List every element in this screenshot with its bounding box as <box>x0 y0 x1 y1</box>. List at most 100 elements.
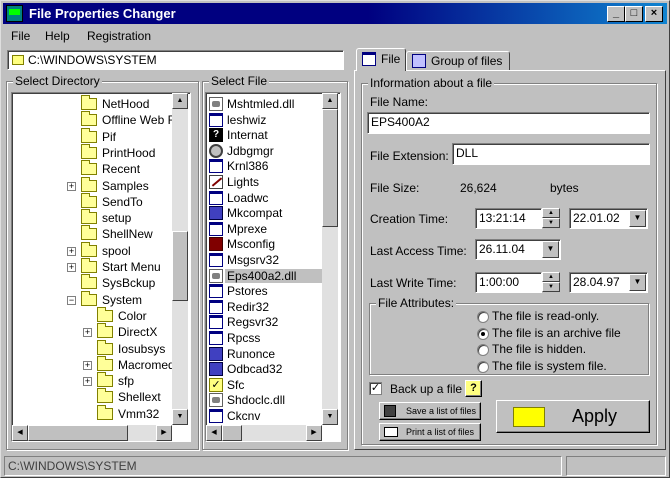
menu-help[interactable]: Help <box>45 29 70 43</box>
menu-registration[interactable]: Registration <box>87 29 151 43</box>
file-list-item[interactable]: Mprexe <box>206 221 322 237</box>
chevron-down-icon[interactable]: ▼ <box>542 241 559 258</box>
file-list-item[interactable]: Redir32 <box>206 299 322 315</box>
tree-item[interactable]: − System <box>12 290 172 308</box>
scroll-left-icon[interactable]: ◀ <box>206 425 222 441</box>
file-list-item[interactable]: Odbcad32 <box>206 361 322 377</box>
tree-item[interactable]: + DirectX <box>12 323 172 340</box>
attribute-radio[interactable] <box>477 360 489 373</box>
save-list-button[interactable]: Save a list of files <box>379 402 481 420</box>
file-list-item[interactable]: Eps400a2.dll <box>206 268 322 284</box>
file-list-item[interactable]: Loadwc <box>206 190 322 206</box>
scroll-up-icon[interactable]: ▲ <box>172 93 188 109</box>
chevron-down-icon[interactable]: ▼ <box>629 274 646 291</box>
file-list-item[interactable]: Mkcompat <box>206 205 322 221</box>
print-list-button[interactable]: Print a list of files <box>379 423 481 441</box>
tab-file[interactable]: File <box>356 48 406 71</box>
attribute-radio[interactable] <box>477 344 489 356</box>
file-list-item[interactable]: Msconfig <box>206 236 322 252</box>
tree-item[interactable]: SendTo <box>12 192 172 210</box>
expand-icon[interactable]: + <box>67 246 76 256</box>
file-list-item[interactable]: Krnl386 <box>206 158 322 174</box>
apply-button[interactable]: Apply <box>496 400 650 433</box>
scroll-left-icon[interactable]: ◀ <box>12 425 28 441</box>
scroll-thumb[interactable] <box>172 231 188 301</box>
file-list-item[interactable]: Mshtmled.dll <box>206 96 322 112</box>
write-date-dropdown[interactable]: 28.04.97 ▼ <box>569 272 648 293</box>
file-list-item[interactable]: Runonce <box>206 346 322 362</box>
tree-item[interactable]: Vmm32 <box>12 404 172 422</box>
file-list-item[interactable]: Msgsrv32 <box>206 252 322 268</box>
attribute-radio[interactable] <box>477 311 489 323</box>
attribute-label: The file is system file. <box>492 358 607 373</box>
chevron-down-icon[interactable]: ▼ <box>629 210 646 227</box>
tree-item[interactable]: SysBckup <box>12 274 172 291</box>
tree-item[interactable]: + Samples <box>12 176 172 194</box>
scroll-right-icon[interactable]: ▶ <box>306 425 322 441</box>
hscroll-thumb[interactable] <box>222 425 242 441</box>
tree-item[interactable]: PrintHood <box>12 143 172 161</box>
access-date-dropdown[interactable]: 26.11.04 ▼ <box>475 239 561 260</box>
scroll-right-icon[interactable]: ▶ <box>156 425 172 441</box>
help-icon[interactable]: ? <box>465 380 482 397</box>
tree-item[interactable]: setup <box>12 209 172 226</box>
file-list-item[interactable]: Jdbgmgr <box>206 143 322 159</box>
expand-icon[interactable]: − <box>67 295 76 305</box>
file-name-input[interactable]: EPS400A2 <box>367 112 650 134</box>
write-time-input[interactable]: 1:00:00 <box>475 272 542 293</box>
file-list-item[interactable]: Ckcnv <box>206 408 322 424</box>
file-vscrollbar[interactable]: ▲ ▼ <box>322 93 338 425</box>
tree-item[interactable]: Recent <box>12 160 172 177</box>
expand-icon[interactable]: + <box>83 377 92 387</box>
tree-item[interactable]: + Macromed <box>12 355 175 373</box>
file-list-item[interactable]: Sfc <box>206 377 322 393</box>
expand-icon[interactable]: + <box>67 263 76 272</box>
tree-item[interactable]: + spool <box>12 241 172 259</box>
scroll-thumb[interactable] <box>322 109 338 227</box>
directory-vscrollbar[interactable]: ▲ ▼ <box>172 93 188 425</box>
expand-icon[interactable]: + <box>83 328 92 338</box>
backup-checkbox[interactable]: ✓ <box>369 382 382 395</box>
maximize-button[interactable]: □ <box>625 6 643 22</box>
file-list-item[interactable]: Rpcss <box>206 330 322 346</box>
extension-input[interactable]: DLL <box>452 143 650 165</box>
file-list-item-label: Shdoclc.dll <box>227 393 286 408</box>
expand-icon[interactable]: + <box>67 181 76 191</box>
write-time-spinner[interactable]: ▲ ▼ <box>542 272 560 292</box>
directory-hscrollbar[interactable]: ◀ ▶ <box>12 425 172 441</box>
tab-group-of-files[interactable]: Group of files <box>406 51 510 70</box>
creation-date-dropdown[interactable]: 22.01.02 ▼ <box>569 208 648 229</box>
file-list[interactable]: Mshtmled.dllleshwizInternatJdbgmgrKrnl38… <box>205 92 341 442</box>
tree-item[interactable]: ShellNew <box>12 225 172 242</box>
tree-item[interactable]: + sfp <box>12 372 172 389</box>
scroll-down-icon[interactable]: ▼ <box>322 409 338 425</box>
title-bar[interactable]: File Properties Changer _ □ × <box>3 3 667 24</box>
expand-icon[interactable]: + <box>83 360 92 370</box>
file-list-item[interactable]: Shdoclc.dll <box>206 392 322 408</box>
scroll-down-icon[interactable]: ▼ <box>172 409 188 425</box>
creation-time-input[interactable]: 13:21:14 <box>475 208 542 229</box>
attribute-radio[interactable] <box>477 327 489 340</box>
tree-item[interactable]: Color <box>12 306 172 324</box>
close-button[interactable]: × <box>645 6 663 22</box>
gear-file-icon <box>209 143 223 158</box>
tree-item[interactable]: Offline Web F <box>12 111 175 128</box>
tree-item[interactable]: + Start Menu <box>12 258 172 275</box>
path-field[interactable]: C:\WINDOWS\SYSTEM <box>7 50 344 70</box>
tree-item[interactable]: Pif <box>12 127 172 145</box>
tree-item[interactable]: Iosubsys <box>12 339 172 357</box>
directory-tree[interactable]: NetHood Offline Web F Pif PrintHood Recent + S… <box>11 92 191 442</box>
menu-file[interactable]: File <box>11 29 30 43</box>
tree-item[interactable]: NetHood <box>12 95 172 112</box>
creation-time-spinner[interactable]: ▲ ▼ <box>542 208 560 228</box>
file-list-item[interactable]: Regsvr32 <box>206 314 322 330</box>
file-list-item[interactable]: Pstores <box>206 283 322 299</box>
file-list-item[interactable]: Lights <box>206 174 322 190</box>
file-hscrollbar[interactable]: ◀ ▶ <box>206 425 322 441</box>
tree-item[interactable]: Shellext <box>12 388 172 405</box>
hscroll-thumb[interactable] <box>28 425 128 441</box>
file-list-item[interactable]: leshwiz <box>206 112 322 128</box>
minimize-button[interactable]: _ <box>607 6 625 22</box>
file-list-item[interactable]: Internat <box>206 127 322 143</box>
scroll-up-icon[interactable]: ▲ <box>322 93 338 109</box>
